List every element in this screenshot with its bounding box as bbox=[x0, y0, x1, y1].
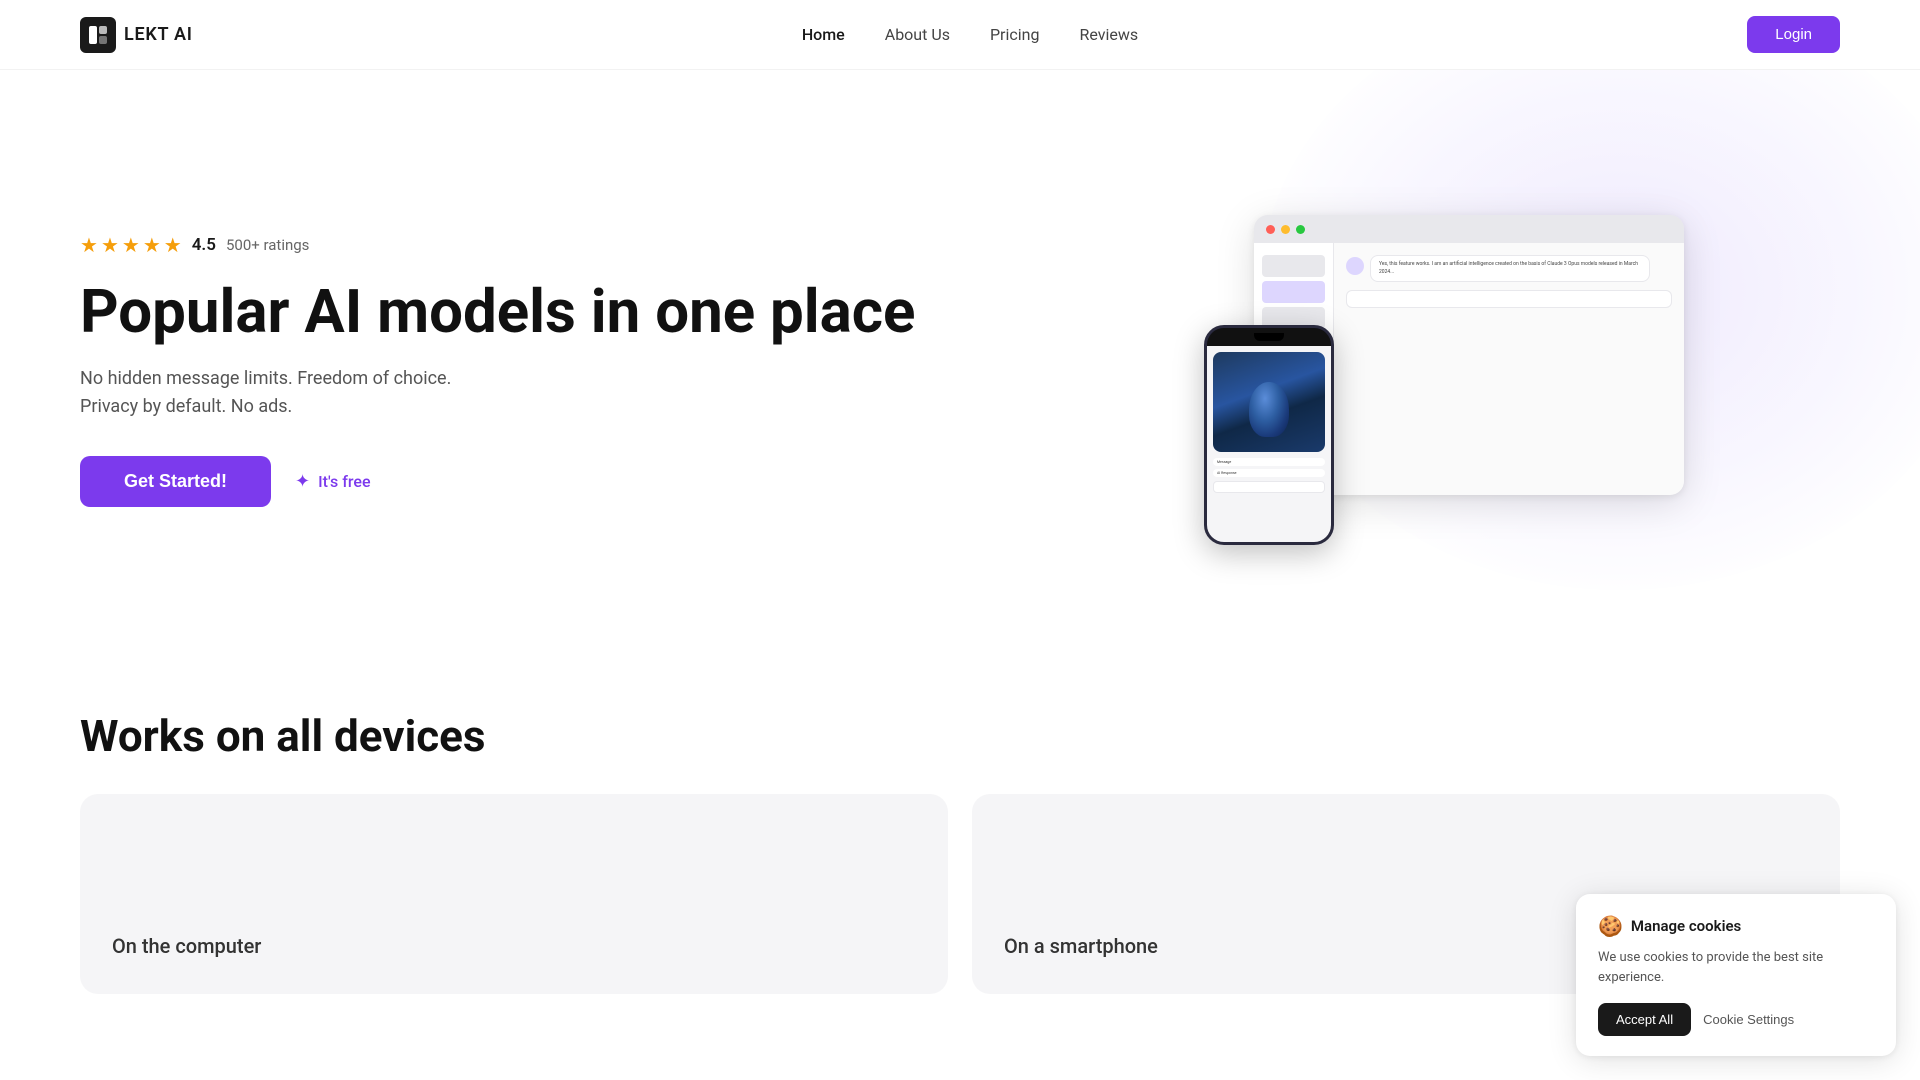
sidebar-mock-2 bbox=[1262, 281, 1325, 303]
mobile-body: Message AI Response bbox=[1207, 346, 1331, 542]
hero-title: Popular AI models in one place bbox=[80, 279, 1048, 345]
its-free-label: ✦ It's free bbox=[295, 471, 370, 492]
hero-content: ★ ★ ★ ★ ★ 4.5 500+ ratings Popular AI mo… bbox=[80, 233, 1048, 508]
star-1: ★ bbox=[80, 233, 98, 257]
star-4: ★ bbox=[143, 233, 161, 257]
mobile-notch bbox=[1254, 333, 1284, 341]
mobile-mockup: Message AI Response bbox=[1204, 325, 1334, 545]
dot-yellow bbox=[1281, 225, 1290, 234]
star-2: ★ bbox=[101, 233, 119, 257]
cookie-actions: Accept All Cookie Settings bbox=[1598, 1003, 1874, 1036]
cookie-header: 🍪 Manage cookies bbox=[1598, 914, 1874, 938]
mock-avatar-1 bbox=[1346, 257, 1364, 275]
accept-all-button[interactable]: Accept All bbox=[1598, 1003, 1691, 1036]
cookie-title: Manage cookies bbox=[1631, 917, 1741, 935]
cookie-settings-button[interactable]: Cookie Settings bbox=[1703, 1012, 1794, 1027]
hero-subtitle: No hidden message limits. Freedom of cho… bbox=[80, 365, 500, 421]
desktop-main: Yes, this feature works. I am an artific… bbox=[1334, 243, 1684, 495]
rating-count: 500+ ratings bbox=[226, 236, 309, 254]
login-button[interactable]: Login bbox=[1747, 16, 1840, 53]
mock-msg-1: Yes, this feature works. I am an artific… bbox=[1346, 255, 1672, 282]
sidebar-mock-1 bbox=[1262, 255, 1325, 277]
mobile-input-bar bbox=[1213, 481, 1325, 493]
cookie-emoji: 🍪 bbox=[1598, 914, 1623, 938]
dot-red bbox=[1266, 225, 1275, 234]
mobile-msg-2: AI Response bbox=[1213, 469, 1325, 477]
nav-about[interactable]: About Us bbox=[885, 25, 950, 44]
star-3: ★ bbox=[122, 233, 140, 257]
nav-pricing[interactable]: Pricing bbox=[990, 25, 1040, 44]
bird-image bbox=[1213, 352, 1325, 452]
navbar: LEKT AI Home About Us Pricing Reviews Lo… bbox=[0, 0, 1920, 70]
get-started-button[interactable]: Get Started! bbox=[80, 456, 271, 507]
mock-input bbox=[1346, 290, 1672, 308]
mobile-image bbox=[1213, 352, 1325, 452]
dot-green bbox=[1296, 225, 1305, 234]
star-rating: ★ ★ ★ ★ ★ bbox=[80, 233, 182, 257]
nav-links: Home About Us Pricing Reviews bbox=[802, 25, 1138, 44]
mobile-bubble-2: AI Response bbox=[1213, 469, 1325, 477]
desktop-title-bar bbox=[1254, 215, 1684, 243]
hero-actions: Get Started! ✦ It's free bbox=[80, 456, 1048, 507]
device-label-computer: On the computer bbox=[112, 934, 916, 958]
mock-bubble-1: Yes, this feature works. I am an artific… bbox=[1370, 255, 1650, 282]
mobile-msg-1: Message bbox=[1213, 458, 1325, 466]
hero-section: ★ ★ ★ ★ ★ 4.5 500+ ratings Popular AI mo… bbox=[0, 70, 1920, 650]
hero-mockup: Yes, this feature works. I am an artific… bbox=[1204, 215, 1684, 525]
cookie-description: We use cookies to provide the best site … bbox=[1598, 948, 1874, 987]
works-title: Works on all devices bbox=[80, 710, 1840, 762]
logo[interactable]: LEKT AI bbox=[80, 17, 193, 53]
its-free-text: It's free bbox=[318, 472, 370, 491]
cookie-banner: 🍪 Manage cookies We use cookies to provi… bbox=[1576, 894, 1896, 1056]
hero-image-area: Yes, this feature works. I am an artific… bbox=[1048, 215, 1840, 525]
hero-rating: ★ ★ ★ ★ ★ 4.5 500+ ratings bbox=[80, 233, 1048, 257]
mobile-bubble-1: Message bbox=[1213, 458, 1325, 466]
logo-text: LEKT AI bbox=[124, 24, 193, 45]
mobile-top-bar bbox=[1207, 328, 1331, 346]
nav-home[interactable]: Home bbox=[802, 25, 845, 44]
device-card-computer: On the computer bbox=[80, 794, 948, 994]
sparkle-icon: ✦ bbox=[295, 471, 310, 492]
nav-reviews[interactable]: Reviews bbox=[1079, 25, 1138, 44]
rating-score: 4.5 bbox=[192, 235, 216, 255]
logo-icon bbox=[80, 17, 116, 53]
star-5: ★ bbox=[164, 233, 182, 257]
